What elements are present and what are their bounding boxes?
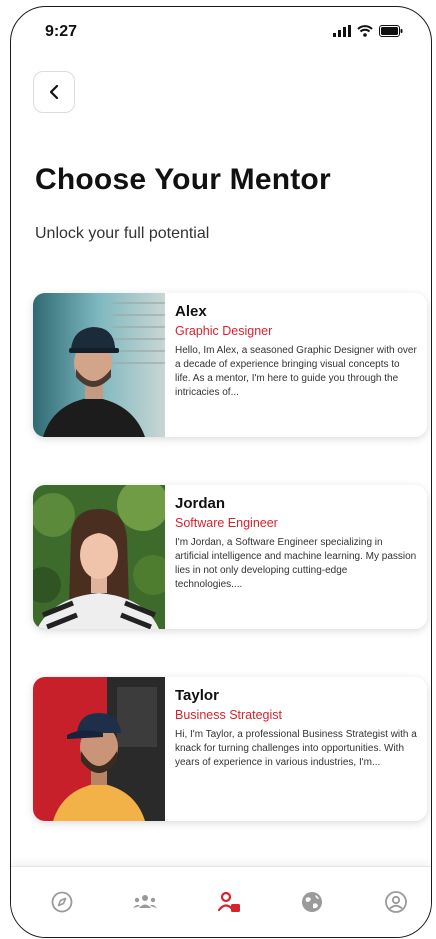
mentor-bio: Hi, I'm Taylor, a professional Business … <box>175 729 417 768</box>
status-icons <box>333 25 403 37</box>
mentor-card-jordan[interactable]: Jordan Software Engineer I'm Jordan, a S… <box>33 485 427 629</box>
mentor-info: Alex Graphic Designer Hello, Im Alex, a … <box>175 303 417 400</box>
globe-icon <box>302 892 322 912</box>
signal-icon <box>333 25 351 37</box>
compass-icon <box>51 891 73 913</box>
mentor-role: Business Strategist <box>175 708 282 722</box>
mentor-name: Jordan <box>175 495 226 512</box>
mentor-bio: I'm Jordan, a Software Engineer speciali… <box>175 537 417 590</box>
battery-icon <box>379 25 403 37</box>
mentor-card-taylor[interactable]: Taylor Business Strategist Hi, I'm Taylo… <box>33 677 427 821</box>
nav-community[interactable] <box>128 885 162 919</box>
status-bar: 9:27 <box>11 7 431 51</box>
mentor-bio: Hello, Im Alex, a seasoned Graphic Desig… <box>175 345 417 398</box>
nav-explore[interactable] <box>45 885 79 919</box>
back-button[interactable] <box>33 71 75 113</box>
mentor-photo-alex <box>33 293 165 437</box>
mentor-photo-taylor <box>33 677 165 821</box>
mentors-icon <box>217 891 240 912</box>
nav-mentors[interactable] <box>212 885 246 919</box>
wifi-icon <box>357 25 373 37</box>
mentor-info: Taylor Business Strategist Hi, I'm Taylo… <box>175 687 417 770</box>
community-icon <box>133 895 157 908</box>
chevron-left-icon <box>49 84 59 100</box>
mentor-photo-jordan <box>33 485 165 629</box>
nav-profile[interactable] <box>379 885 413 919</box>
mentor-role: Software Engineer <box>175 516 278 530</box>
status-time: 9:27 <box>45 23 78 40</box>
mentor-card-alex[interactable]: Alex Graphic Designer Hello, Im Alex, a … <box>33 293 427 437</box>
mentor-info: Jordan Software Engineer I'm Jordan, a S… <box>175 495 417 592</box>
bottom-nav <box>11 866 431 937</box>
profile-icon <box>385 891 407 913</box>
page-subtitle: Unlock your full potential <box>35 225 210 242</box>
nav-global[interactable] <box>295 885 329 919</box>
mentor-role: Graphic Designer <box>175 324 273 338</box>
phone-frame: 9:27 Choose Your Mentor Unlock your full… <box>10 6 432 938</box>
mentor-name: Taylor <box>175 687 219 704</box>
page-title: Choose Your Mentor <box>35 163 331 196</box>
mentor-name: Alex <box>175 303 207 320</box>
